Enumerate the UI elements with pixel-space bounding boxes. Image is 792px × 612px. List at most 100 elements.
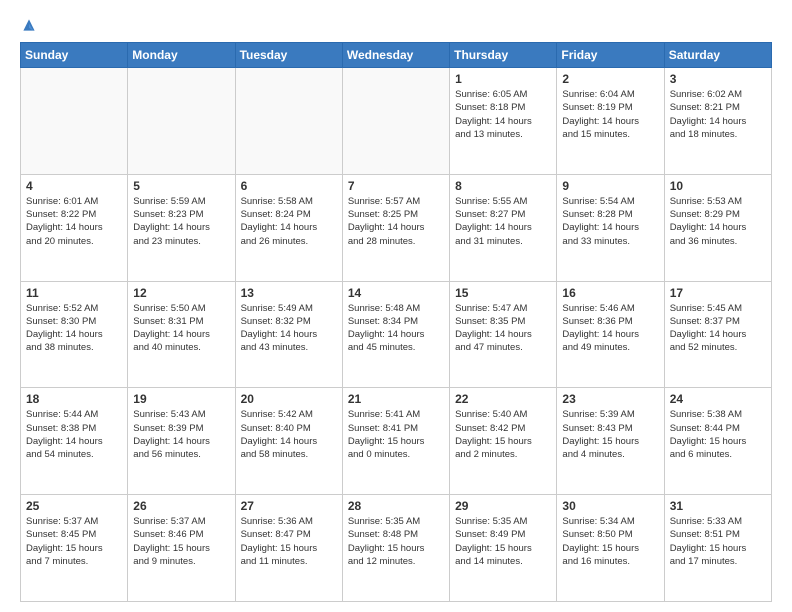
calendar-cell: 8Sunrise: 5:55 AM Sunset: 8:27 PM Daylig… (450, 174, 557, 281)
day-info: Sunrise: 5:41 AM Sunset: 8:41 PM Dayligh… (348, 408, 444, 461)
day-number: 21 (348, 392, 444, 406)
calendar-cell: 23 Sunrise: 5:39 AM Sunset: 8:43 PM Dayli… (557, 388, 664, 495)
day-number: 29 (455, 499, 551, 513)
day-info: Sunrise: 5:43 AM Sunset: 8:39 PM Dayligh… (133, 408, 229, 461)
day-number: 25 (26, 499, 122, 513)
calendar-cell: 28 Sunrise: 5:35 AM Sunset: 8:48 PM Dayli… (342, 495, 449, 602)
day-number: 20 (241, 392, 337, 406)
calendar-header-sunday: Sunday (21, 43, 128, 68)
day-info: Sunrise: 6:04 AM Sunset: 8:19 PM Dayligh… (562, 88, 658, 141)
day-number: 24 (670, 392, 766, 406)
day-number: 15 (455, 286, 551, 300)
day-info: Sunrise: 5:42 AM Sunset: 8:40 PM Dayligh… (241, 408, 337, 461)
day-info: Sunrise: 5:52 AM Sunset: 8:30 PM Dayligh… (26, 302, 122, 355)
calendar-cell: 7 Sunrise: 5:57 AM Sunset: 8:25 PM Daylig… (342, 174, 449, 281)
day-info: Sunrise: 5:49 AM Sunset: 8:32 PM Dayligh… (241, 302, 337, 355)
day-info: Sunrise: 5:58 AM Sunset: 8:24 PM Dayligh… (241, 195, 337, 248)
day-info: Sunrise: 5:39 AM Sunset: 8:43 PM Dayligh… (562, 408, 658, 461)
logo-icon (22, 18, 36, 32)
day-number: 14 (348, 286, 444, 300)
day-info: Sunrise: 6:05 AM Sunset: 8:18 PM Dayligh… (455, 88, 551, 141)
day-number: 4 (26, 179, 122, 193)
day-number: 3 (670, 72, 766, 86)
day-info: Sunrise: 5:53 AM Sunset: 8:29 PM Dayligh… (670, 195, 766, 248)
day-number: 9 (562, 179, 658, 193)
calendar-cell: 10 Sunrise: 5:53 AM Sunset: 8:29 PM Dayli… (664, 174, 771, 281)
calendar-cell: 14Sunrise: 5:48 AM Sunset: 8:34 PM Dayli… (342, 281, 449, 388)
day-number: 7 (348, 179, 444, 193)
calendar-cell: 2 Sunrise: 6:04 AM Sunset: 8:19 PM Daylig… (557, 68, 664, 175)
day-info: Sunrise: 5:36 AM Sunset: 8:47 PM Dayligh… (241, 515, 337, 568)
calendar-cell: 24 Sunrise: 5:38 AM Sunset: 8:44 PM Dayli… (664, 388, 771, 495)
header (20, 16, 772, 32)
calendar-header-friday: Friday (557, 43, 664, 68)
day-info: Sunrise: 5:35 AM Sunset: 8:49 PM Dayligh… (455, 515, 551, 568)
day-info: Sunrise: 5:54 AM Sunset: 8:28 PM Dayligh… (562, 195, 658, 248)
day-number: 26 (133, 499, 229, 513)
day-info: Sunrise: 6:01 AM Sunset: 8:22 PM Dayligh… (26, 195, 122, 248)
day-info: Sunrise: 5:47 AM Sunset: 8:35 PM Dayligh… (455, 302, 551, 355)
day-info: Sunrise: 5:57 AM Sunset: 8:25 PM Dayligh… (348, 195, 444, 248)
week-row-3: 11Sunrise: 5:52 AM Sunset: 8:30 PM Dayli… (21, 281, 772, 388)
calendar-cell: 6 Sunrise: 5:58 AM Sunset: 8:24 PM Daylig… (235, 174, 342, 281)
calendar-cell: 20 Sunrise: 5:42 AM Sunset: 8:40 PM Dayli… (235, 388, 342, 495)
week-row-1: 1Sunrise: 6:05 AM Sunset: 8:18 PM Daylig… (21, 68, 772, 175)
day-number: 27 (241, 499, 337, 513)
calendar-table: SundayMondayTuesdayWednesdayThursdayFrid… (20, 42, 772, 602)
calendar-cell: 29 Sunrise: 5:35 AM Sunset: 8:49 PM Dayli… (450, 495, 557, 602)
logo (20, 16, 36, 32)
day-number: 19 (133, 392, 229, 406)
day-number: 28 (348, 499, 444, 513)
calendar-cell: 21 Sunrise: 5:41 AM Sunset: 8:41 PM Dayli… (342, 388, 449, 495)
calendar-cell (21, 68, 128, 175)
calendar-cell: 19 Sunrise: 5:43 AM Sunset: 8:39 PM Dayli… (128, 388, 235, 495)
calendar-cell: 12Sunrise: 5:50 AM Sunset: 8:31 PM Dayli… (128, 281, 235, 388)
calendar-cell: 9 Sunrise: 5:54 AM Sunset: 8:28 PM Daylig… (557, 174, 664, 281)
day-info: Sunrise: 5:45 AM Sunset: 8:37 PM Dayligh… (670, 302, 766, 355)
calendar-cell (128, 68, 235, 175)
week-row-2: 4 Sunrise: 6:01 AM Sunset: 8:22 PM Daylig… (21, 174, 772, 281)
day-info: Sunrise: 6:02 AM Sunset: 8:21 PM Dayligh… (670, 88, 766, 141)
calendar-cell: 3 Sunrise: 6:02 AM Sunset: 8:21 PM Daylig… (664, 68, 771, 175)
day-number: 17 (670, 286, 766, 300)
day-number: 30 (562, 499, 658, 513)
day-info: Sunrise: 5:33 AM Sunset: 8:51 PM Dayligh… (670, 515, 766, 568)
calendar-cell (342, 68, 449, 175)
calendar-cell: 22Sunrise: 5:40 AM Sunset: 8:42 PM Dayli… (450, 388, 557, 495)
day-number: 2 (562, 72, 658, 86)
calendar-cell: 26 Sunrise: 5:37 AM Sunset: 8:46 PM Dayli… (128, 495, 235, 602)
calendar-cell: 16 Sunrise: 5:46 AM Sunset: 8:36 PM Dayli… (557, 281, 664, 388)
calendar-cell: 31Sunrise: 5:33 AM Sunset: 8:51 PM Dayli… (664, 495, 771, 602)
calendar-cell: 30 Sunrise: 5:34 AM Sunset: 8:50 PM Dayli… (557, 495, 664, 602)
calendar-header-saturday: Saturday (664, 43, 771, 68)
calendar-header-wednesday: Wednesday (342, 43, 449, 68)
day-number: 10 (670, 179, 766, 193)
day-info: Sunrise: 5:46 AM Sunset: 8:36 PM Dayligh… (562, 302, 658, 355)
day-number: 18 (26, 392, 122, 406)
calendar-header-thursday: Thursday (450, 43, 557, 68)
day-number: 12 (133, 286, 229, 300)
calendar-cell: 4 Sunrise: 6:01 AM Sunset: 8:22 PM Daylig… (21, 174, 128, 281)
day-info: Sunrise: 5:37 AM Sunset: 8:45 PM Dayligh… (26, 515, 122, 568)
calendar-cell: 25 Sunrise: 5:37 AM Sunset: 8:45 PM Dayli… (21, 495, 128, 602)
calendar-cell: 17 Sunrise: 5:45 AM Sunset: 8:37 PM Dayli… (664, 281, 771, 388)
calendar-header-tuesday: Tuesday (235, 43, 342, 68)
calendar-header-row: SundayMondayTuesdayWednesdayThursdayFrid… (21, 43, 772, 68)
calendar-cell: 15 Sunrise: 5:47 AM Sunset: 8:35 PM Dayli… (450, 281, 557, 388)
day-number: 6 (241, 179, 337, 193)
day-info: Sunrise: 5:38 AM Sunset: 8:44 PM Dayligh… (670, 408, 766, 461)
calendar-cell: 11Sunrise: 5:52 AM Sunset: 8:30 PM Dayli… (21, 281, 128, 388)
calendar-cell: 27 Sunrise: 5:36 AM Sunset: 8:47 PM Dayli… (235, 495, 342, 602)
calendar-header-monday: Monday (128, 43, 235, 68)
day-number: 13 (241, 286, 337, 300)
day-info: Sunrise: 5:59 AM Sunset: 8:23 PM Dayligh… (133, 195, 229, 248)
day-info: Sunrise: 5:37 AM Sunset: 8:46 PM Dayligh… (133, 515, 229, 568)
day-info: Sunrise: 5:55 AM Sunset: 8:27 PM Dayligh… (455, 195, 551, 248)
day-info: Sunrise: 5:34 AM Sunset: 8:50 PM Dayligh… (562, 515, 658, 568)
day-number: 16 (562, 286, 658, 300)
day-number: 23 (562, 392, 658, 406)
day-info: Sunrise: 5:35 AM Sunset: 8:48 PM Dayligh… (348, 515, 444, 568)
day-number: 22 (455, 392, 551, 406)
calendar-cell: 13 Sunrise: 5:49 AM Sunset: 8:32 PM Dayli… (235, 281, 342, 388)
day-number: 5 (133, 179, 229, 193)
